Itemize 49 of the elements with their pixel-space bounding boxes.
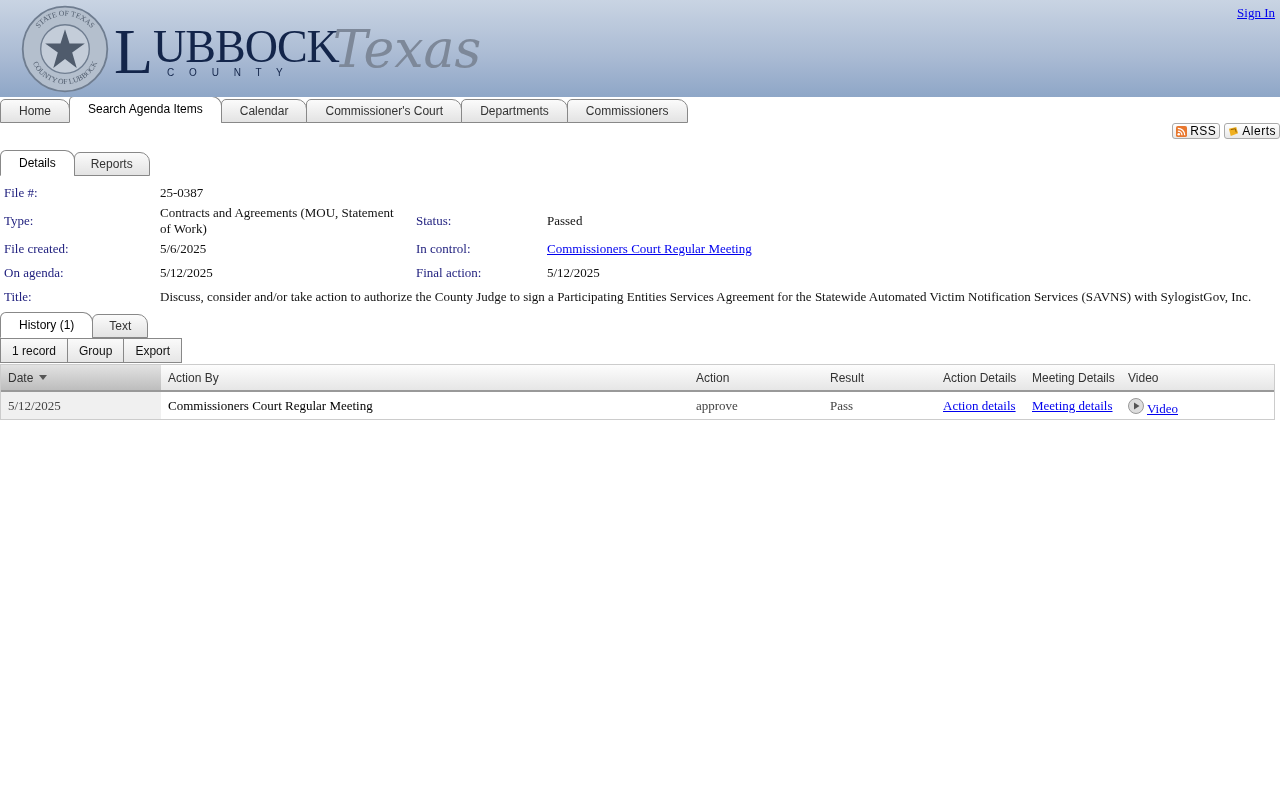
details-tab[interactable]: Details	[0, 150, 75, 176]
field-value: 5/12/2025	[547, 265, 601, 281]
toolbar-button[interactable]: Group	[67, 338, 125, 363]
play-icon[interactable]	[1128, 397, 1144, 414]
sign-in-link[interactable]: Sign In	[1237, 5, 1275, 21]
field-label: In control:	[416, 241, 472, 257]
toolbar-button[interactable]: 1 record	[0, 338, 69, 363]
field-label: Type:	[4, 213, 35, 229]
table-link[interactable]: Action details	[943, 397, 1016, 414]
toolbar-button[interactable]: Export	[123, 338, 183, 363]
sort-down-icon	[39, 375, 48, 380]
field-value: 25-0387	[160, 185, 205, 201]
field-label: Title:	[4, 289, 33, 305]
field-value: Contracts and Agreements (MOU, Statement of Work)	[160, 205, 395, 237]
column-header[interactable]: Action By	[161, 365, 689, 390]
column-header[interactable]: Result	[823, 365, 936, 390]
nav-tab[interactable]: Departments	[461, 99, 568, 123]
field-value: Passed	[547, 213, 584, 229]
column-header[interactable]: Date	[1, 365, 161, 390]
field-value: Discuss, consider and/or take action to authorize the County Judge to sign a Participating Entities Services Agreement for the Statewide Automated Victim Notification Services (SAVNS) with SylogistGov, Inc.	[160, 289, 1253, 305]
history-tab[interactable]: History (1)	[0, 312, 94, 338]
table-cell: 5/12/2025	[8, 397, 61, 414]
details-tab[interactable]: Reports	[73, 152, 150, 176]
table-cell: Commissioners Court Regular Meeting	[168, 397, 373, 414]
field-label: File created:	[4, 241, 70, 257]
field-label: Status:	[416, 213, 453, 229]
rss-icon	[1176, 125, 1188, 137]
nav-tab[interactable]: Home	[0, 99, 70, 123]
history-tab[interactable]: Text	[92, 314, 149, 338]
rss-button[interactable]: RSS	[1172, 123, 1221, 139]
column-header[interactable]: Action	[689, 365, 823, 390]
table-cell: Pass	[830, 397, 854, 414]
field-label: File #:	[4, 185, 39, 201]
field-link[interactable]: Commissioners Court Regular Meeting	[547, 241, 752, 256]
table-cell: approve	[696, 397, 738, 414]
column-header[interactable]: Video	[1121, 365, 1274, 390]
field-value: 5/6/2025	[160, 241, 208, 257]
field-value: 5/12/2025	[160, 265, 214, 281]
nav-tab[interactable]: Commissioner's Court	[306, 99, 463, 123]
field-label: On agenda:	[4, 265, 65, 281]
column-header[interactable]: Meeting Details	[1025, 365, 1121, 390]
nav-tab[interactable]: Search Agenda Items	[69, 96, 222, 123]
nav-tab[interactable]: Commissioners	[566, 99, 688, 123]
video-link[interactable]: Video	[1147, 401, 1178, 417]
table-link[interactable]: Meeting details	[1032, 397, 1113, 414]
column-header[interactable]: Action Details	[936, 365, 1025, 390]
field-label: Final action:	[416, 265, 483, 281]
alerts-button[interactable]: Alerts	[1224, 123, 1280, 139]
nav-tab[interactable]: Calendar	[220, 99, 308, 123]
